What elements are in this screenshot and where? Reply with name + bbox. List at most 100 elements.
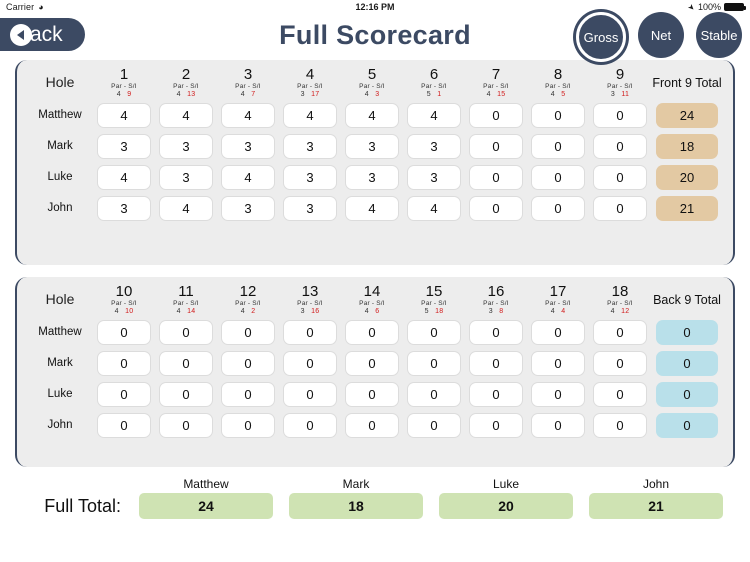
score-input[interactable]: 3 [221, 133, 275, 159]
score-input[interactable]: 0 [97, 412, 151, 438]
mode-button-net[interactable]: Net [638, 12, 684, 58]
score-input[interactable]: 0 [221, 350, 275, 376]
back-hole-header-cell: 15 Par - S/I 5 18 [403, 283, 465, 317]
score-input[interactable]: 4 [221, 102, 275, 128]
score-input[interactable]: 4 [97, 164, 151, 190]
score-input[interactable]: 0 [283, 381, 337, 407]
par-si-caption: Par - S/I [421, 299, 447, 307]
score-input[interactable]: 4 [407, 102, 461, 128]
score-input[interactable]: 3 [159, 164, 213, 190]
front-hole-header-cell: 1 Par - S/I 4 9 [93, 66, 155, 100]
score-input[interactable]: 0 [283, 319, 337, 345]
mode-button-stable-wrapper: Stable [696, 12, 742, 58]
score-input[interactable]: 3 [221, 195, 275, 221]
score-input[interactable]: 0 [159, 319, 213, 345]
score-input[interactable]: 3 [407, 133, 461, 159]
score-input[interactable]: 0 [531, 195, 585, 221]
score-input[interactable]: 0 [345, 350, 399, 376]
score-cell-container: 0 [527, 348, 589, 379]
score-input[interactable]: 0 [407, 319, 461, 345]
score-input[interactable]: 0 [593, 133, 647, 159]
score-input[interactable]: 0 [469, 350, 523, 376]
score-input[interactable]: 4 [97, 102, 151, 128]
score-input[interactable]: 0 [531, 350, 585, 376]
score-input[interactable]: 0 [283, 350, 337, 376]
score-input[interactable]: 0 [469, 195, 523, 221]
score-input[interactable]: 3 [407, 164, 461, 190]
front-hole-header-cell: 2 Par - S/I 4 13 [155, 66, 217, 100]
score-input[interactable]: 0 [469, 381, 523, 407]
score-input[interactable]: 0 [469, 164, 523, 190]
score-cell-container: 0 [279, 379, 341, 410]
score-input[interactable]: 0 [531, 102, 585, 128]
score-input[interactable]: 0 [531, 381, 585, 407]
score-input[interactable]: 0 [345, 319, 399, 345]
score-cell-container: 0 [465, 193, 527, 224]
score-input[interactable]: 0 [469, 412, 523, 438]
score-input[interactable]: 0 [531, 133, 585, 159]
back-hole-label: Hole [45, 290, 75, 307]
row-total-container: 21 [651, 193, 723, 224]
score-input[interactable]: 0 [593, 195, 647, 221]
score-input[interactable]: 0 [159, 350, 213, 376]
score-input[interactable]: 3 [283, 164, 337, 190]
score-input[interactable]: 3 [97, 195, 151, 221]
score-cell-container: 0 [155, 379, 217, 410]
par-si-values: 5 1 [426, 90, 442, 98]
score-input[interactable]: 0 [221, 319, 275, 345]
mode-button-stable[interactable]: Stable [696, 12, 742, 58]
score-input[interactable]: 0 [593, 350, 647, 376]
score-input[interactable]: 0 [593, 102, 647, 128]
score-input[interactable]: 3 [283, 133, 337, 159]
score-input[interactable]: 0 [593, 164, 647, 190]
score-input[interactable]: 0 [97, 319, 151, 345]
stroke-index-value: 15 [497, 90, 506, 98]
score-cell-container: 0 [465, 410, 527, 441]
par-si-values: 4 2 [240, 307, 256, 315]
score-cell-container: 0 [93, 379, 155, 410]
score-input[interactable]: 0 [345, 412, 399, 438]
score-input[interactable]: 0 [407, 381, 461, 407]
score-input[interactable]: 0 [531, 319, 585, 345]
score-input[interactable]: 3 [97, 133, 151, 159]
score-input[interactable]: 0 [97, 381, 151, 407]
score-input[interactable]: 4 [159, 195, 213, 221]
hole-number: 4 [305, 66, 315, 83]
front-hole-header-cell: 4 Par - S/I 3 17 [279, 66, 341, 100]
score-input[interactable]: 0 [97, 350, 151, 376]
score-input[interactable]: 0 [593, 412, 647, 438]
score-input[interactable]: 3 [345, 164, 399, 190]
score-input[interactable]: 4 [345, 195, 399, 221]
mode-button-gross[interactable]: Gross [576, 12, 626, 62]
player-name: Luke [47, 388, 73, 401]
score-input[interactable]: 0 [345, 381, 399, 407]
score-input[interactable]: 4 [345, 102, 399, 128]
score-input[interactable]: 0 [221, 412, 275, 438]
score-input[interactable]: 0 [283, 412, 337, 438]
score-input[interactable]: 0 [531, 164, 585, 190]
score-input[interactable]: 0 [593, 319, 647, 345]
score-input[interactable]: 0 [407, 412, 461, 438]
score-input[interactable]: 0 [469, 102, 523, 128]
score-cell-container: 0 [527, 162, 589, 193]
score-input[interactable]: 0 [469, 319, 523, 345]
score-input[interactable]: 3 [159, 133, 213, 159]
score-input[interactable]: 0 [159, 412, 213, 438]
row-total-value: 18 [656, 133, 718, 159]
hole-par-si: Par - S/I 4 10 [93, 300, 155, 317]
score-input[interactable]: 4 [283, 102, 337, 128]
score-input[interactable]: 0 [593, 381, 647, 407]
par-si-caption: Par - S/I [607, 82, 633, 90]
score-input[interactable]: 4 [407, 195, 461, 221]
score-input[interactable]: 3 [283, 195, 337, 221]
score-input[interactable]: 0 [531, 412, 585, 438]
score-input[interactable]: 0 [469, 133, 523, 159]
score-input[interactable]: 0 [221, 381, 275, 407]
par-si-values: 4 10 [114, 307, 134, 315]
score-input[interactable]: 4 [159, 102, 213, 128]
score-input[interactable]: 0 [159, 381, 213, 407]
hole-number: 7 [491, 66, 501, 83]
score-input[interactable]: 4 [221, 164, 275, 190]
score-input[interactable]: 3 [345, 133, 399, 159]
score-input[interactable]: 0 [407, 350, 461, 376]
